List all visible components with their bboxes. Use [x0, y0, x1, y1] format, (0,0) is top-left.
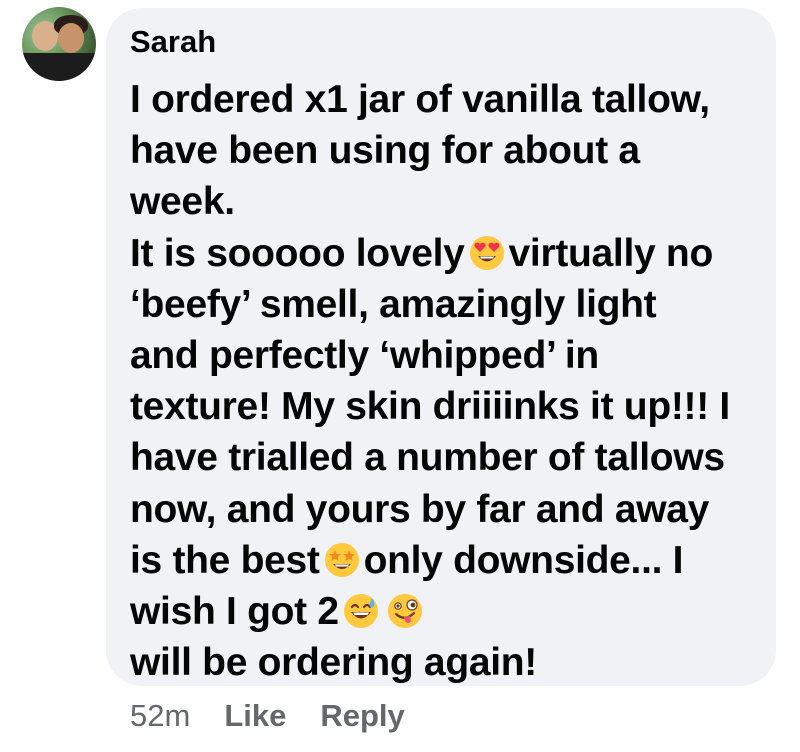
comment-line: will be ordering again!	[130, 641, 537, 685]
comment-line: have been using for about a	[130, 129, 640, 173]
comment-segment: virtually no	[508, 231, 714, 275]
comment-line: I ordered x1 jar of vanilla tallow,	[130, 78, 710, 121]
comment-line: It is sooooo lovely virtually no	[130, 228, 770, 279]
like-button[interactable]: Like	[224, 698, 286, 734]
comment-line: texture! My skin driiiinks it up!!! I	[130, 385, 730, 429]
comment-timestamp[interactable]: 52m	[130, 698, 190, 734]
comment-author[interactable]: Sarah	[130, 22, 216, 62]
avatar[interactable]	[22, 7, 96, 81]
comment-text: I ordered x1 jar of vanilla tallow, have…	[130, 74, 770, 688]
zany-face-emoji-icon	[387, 594, 422, 629]
comment-line: wish I got 2	[130, 586, 770, 637]
comment-line: and perfectly ‘whipped’ in	[130, 334, 599, 378]
comment-segment: It is sooooo lovely	[130, 231, 465, 275]
avatar-face	[58, 23, 84, 53]
avatar-shirt	[22, 53, 96, 81]
heart-eyes-emoji-icon	[469, 235, 504, 270]
sweat-smile-emoji-icon	[343, 594, 378, 629]
comment-actions: 52m Like Reply	[130, 696, 405, 736]
reply-button[interactable]: Reply	[320, 698, 404, 734]
comment-line: have trialled a number of tallows	[130, 436, 725, 480]
comment-line: is the best only downside... I	[130, 535, 770, 586]
comment-line: week.	[130, 180, 235, 224]
comment-segment: is the best	[130, 538, 320, 582]
comment-segment: only downside... I	[363, 538, 684, 582]
comment-line: now, and yours by far and away	[130, 487, 710, 531]
comment-line: ‘beefy’ smell, amazingly light	[130, 282, 657, 326]
star-struck-emoji-icon	[324, 542, 359, 577]
comment-segment: wish I got 2	[130, 590, 339, 634]
